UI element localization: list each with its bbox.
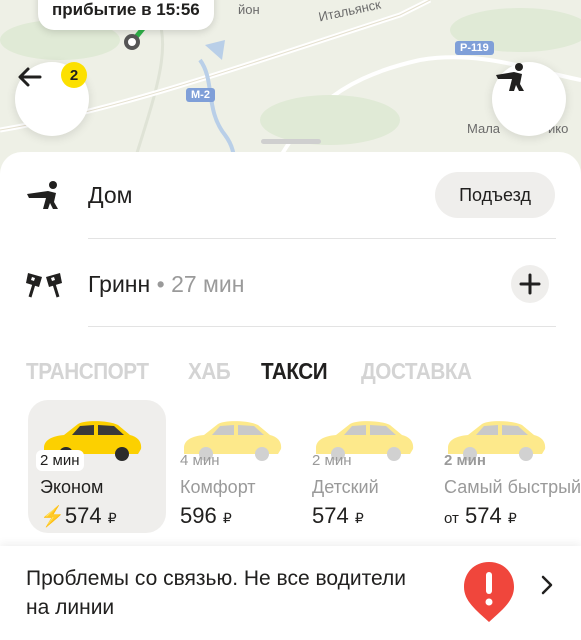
tab-transport[interactable]: ТРАНСПОРТ bbox=[26, 358, 149, 385]
tariff-price-row: 574 ₽ bbox=[312, 503, 364, 529]
checkered-flags-icon bbox=[26, 273, 62, 298]
divider bbox=[88, 326, 556, 327]
tariff-name: Комфорт bbox=[180, 477, 256, 497]
pedestrian-pointing-icon bbox=[27, 181, 58, 209]
arrow-left-icon bbox=[18, 67, 42, 87]
route-to-text: Гринн • 27 мин bbox=[88, 271, 244, 298]
tariff-eta: 2 мин bbox=[444, 452, 486, 469]
arrival-tooltip: прибытие в 15:56 bbox=[38, 0, 214, 30]
tab-delivery[interactable]: ДОСТАВКА bbox=[361, 358, 472, 385]
currency: ₽ bbox=[107, 510, 117, 526]
tariff-price: 574 bbox=[312, 503, 349, 528]
route-from-row[interactable]: Дом Подъезд bbox=[0, 155, 581, 235]
map-label: йон bbox=[238, 2, 260, 17]
road-badge: М-2 bbox=[186, 88, 215, 102]
chevron-right-icon bbox=[541, 575, 553, 595]
price-prefix: от bbox=[444, 510, 459, 527]
tariff-eta: 2 мин bbox=[312, 452, 352, 469]
route-start-dot bbox=[124, 34, 140, 50]
tariff-card-child[interactable]: 2 мин Детский 574 ₽ bbox=[300, 400, 438, 533]
sheet-handle[interactable] bbox=[261, 139, 321, 144]
divider bbox=[88, 238, 556, 239]
map-label: Мала bbox=[467, 121, 501, 136]
tariff-price: 574 bbox=[64, 503, 102, 528]
currency: ₽ bbox=[354, 510, 364, 526]
service-tabs: ТРАНСПОРТ ХАБ ТАКСИ ДОСТАВКА bbox=[26, 358, 484, 385]
banner-text: Проблемы со связью. Не все водители на л… bbox=[26, 567, 406, 619]
tariff-price: 574 bbox=[465, 503, 502, 528]
route-to-row[interactable]: Гринн • 27 мин bbox=[0, 244, 581, 324]
tariff-price-row: 596 ₽ bbox=[180, 503, 232, 529]
tariff-price-row: ⚡574 ₽ bbox=[40, 503, 117, 529]
pedestrian-button[interactable] bbox=[492, 62, 566, 136]
notification-badge: 2 bbox=[61, 62, 87, 88]
tariff-name: Эконом bbox=[40, 477, 104, 497]
tariff-card-fastest[interactable]: 2 мин Самый быстрый от 574 ₽ bbox=[432, 400, 581, 533]
tariff-card-comfort[interactable]: 4 мин Комфорт 596 ₽ bbox=[168, 400, 306, 533]
lightning-icon: ⚡ bbox=[40, 506, 65, 528]
connection-warning-banner[interactable]: Проблемы со связью. Не все водители на л… bbox=[0, 546, 581, 640]
entrance-button[interactable]: Подъезд bbox=[435, 172, 555, 218]
currency: ₽ bbox=[507, 510, 517, 526]
plus-icon bbox=[519, 273, 541, 295]
pedestrian-pointing-icon bbox=[496, 63, 524, 91]
tariff-price: 596 bbox=[180, 503, 217, 528]
road-badge: Р-119 bbox=[455, 41, 494, 55]
tariff-carousel[interactable]: 2 мин Эконом ⚡574 ₽ 4 мин Комфорт 596 ₽ … bbox=[28, 400, 581, 533]
add-stop-button[interactable] bbox=[511, 265, 549, 303]
alert-icon bbox=[464, 562, 514, 622]
route-duration: 27 мин bbox=[171, 270, 245, 297]
route-from-label: Дом bbox=[88, 181, 133, 208]
tariff-eta: 4 мин bbox=[180, 452, 220, 469]
currency: ₽ bbox=[222, 510, 232, 526]
tariff-name: Самый быстрый bbox=[444, 477, 581, 497]
map[interactable]: Итальянск йон Мала ико Р-119 М-2 прибыти… bbox=[0, 0, 581, 175]
tariff-name: Детский bbox=[312, 477, 379, 497]
tariff-eta: 2 мин bbox=[36, 450, 84, 471]
route-to-label: Гринн bbox=[88, 270, 151, 297]
tab-hub[interactable]: ХАБ bbox=[188, 358, 231, 385]
tariff-card-econom[interactable]: 2 мин Эконом ⚡574 ₽ bbox=[28, 400, 166, 533]
tab-taxi[interactable]: ТАКСИ bbox=[261, 358, 328, 385]
tariff-price-row: от 574 ₽ bbox=[444, 503, 517, 529]
separator: • bbox=[156, 270, 165, 297]
